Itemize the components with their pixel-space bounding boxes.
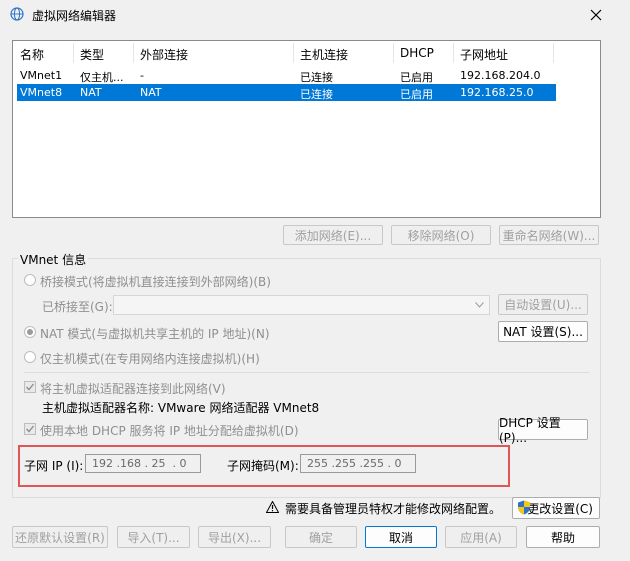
restore-defaults-button[interactable]: 还原默认设置(R) [12, 526, 108, 548]
dhcp-settings-button[interactable]: DHCP 设置(P)... [498, 416, 588, 445]
column-separator[interactable] [553, 43, 554, 63]
change-settings-label: 更改设置(C) [527, 501, 593, 516]
host-only-mode-radio[interactable] [24, 351, 36, 363]
dhcp-checkbox[interactable] [24, 423, 36, 435]
close-icon [590, 9, 602, 21]
column-separator[interactable] [133, 43, 134, 63]
network-list[interactable]: 名称 类型 外部连接 主机连接 DHCP 子网地址 VMnet1 仅主机... … [12, 40, 601, 218]
warning-icon [265, 500, 280, 513]
cell-subnet: 192.168.204.0 [460, 69, 541, 82]
bridged-mode-label: 桥接模式(将虚拟机直接连接到外部网络)(B) [40, 275, 271, 289]
help-button[interactable]: 帮助 [526, 526, 600, 548]
cancel-button[interactable]: 取消 [365, 526, 437, 548]
cell-subnet: 192.168.25.0 [460, 86, 534, 99]
adapter-name-label: 主机虚拟适配器名称: VMware 网络适配器 VMnet8 [42, 401, 320, 415]
column-header-name[interactable]: 名称 [20, 46, 44, 63]
cell-external: - [140, 69, 144, 82]
column-separator[interactable] [393, 43, 394, 63]
ok-button[interactable]: 确定 [285, 526, 357, 548]
close-button[interactable] [582, 2, 610, 28]
auto-settings-button[interactable]: 自动设置(U)... [498, 294, 588, 315]
network-globe-icon [10, 7, 24, 21]
subnet-ip-label: 子网 IP (I): [24, 459, 84, 473]
host-only-mode-label: 仅主机模式(在专用网络内连接虚拟机)(H) [40, 352, 260, 366]
column-separator[interactable] [73, 43, 74, 63]
bridged-to-select[interactable] [113, 295, 490, 315]
cell-name: VMnet1 [20, 69, 63, 82]
cell-host: 已连接 [300, 71, 333, 84]
remove-network-button[interactable]: 移除网络(O) [391, 225, 491, 245]
uac-shield-icon [517, 500, 531, 515]
cell-type: 仅主机... [80, 71, 124, 84]
cell-host: 已连接 [300, 88, 333, 101]
cell-dhcp: 已启用 [400, 88, 433, 101]
checkmark-icon [26, 383, 35, 391]
subnet-mask-label: 子网掩码(M): [227, 459, 299, 473]
column-separator[interactable] [293, 43, 294, 63]
cell-external: NAT [140, 86, 162, 99]
subnet-mask-field[interactable]: 255 .255 .255 . 0 [300, 454, 416, 473]
column-header-host[interactable]: 主机连接 [300, 46, 348, 63]
add-network-button[interactable]: 添加网络(E)... [283, 225, 383, 245]
chevron-down-icon [475, 302, 484, 308]
table-row[interactable]: VMnet1 仅主机... - 已连接 已启用 192.168.204.0 [17, 67, 556, 84]
nat-mode-radio[interactable] [24, 326, 36, 338]
cell-name: VMnet8 [20, 86, 63, 99]
apply-button[interactable]: 应用(A) [445, 526, 517, 548]
connect-adapter-label: 将主机虚拟适配器连接到此网络(V) [40, 382, 226, 396]
list-header: 名称 类型 外部连接 主机连接 DHCP 子网地址 [13, 41, 600, 65]
column-header-type[interactable]: 类型 [80, 46, 104, 63]
cell-type: NAT [80, 86, 102, 99]
nat-mode-label: NAT 模式(与虚拟机共享主机的 IP 地址)(N) [40, 327, 270, 341]
connect-adapter-checkbox[interactable] [24, 381, 36, 393]
divider [24, 372, 589, 373]
bridged-to-label: 已桥接至(G): [42, 300, 113, 314]
table-row-selected[interactable]: VMnet8 NAT NAT 已连接 已启用 192.168.25.0 [17, 84, 556, 101]
vmnet-info-title: VMnet 信息 [18, 251, 89, 268]
column-separator[interactable] [453, 43, 454, 63]
nat-settings-button[interactable]: NAT 设置(S)... [498, 321, 588, 342]
column-header-subnet[interactable]: 子网地址 [460, 46, 508, 63]
column-header-external[interactable]: 外部连接 [140, 46, 188, 63]
export-button[interactable]: 导出(X)... [198, 526, 271, 548]
import-button[interactable]: 导入(T)... [117, 526, 190, 548]
cell-dhcp: 已启用 [400, 71, 433, 84]
window-title: 虚拟网络编辑器 [32, 9, 117, 23]
admin-notice-text: 需要具备管理员特权才能修改网络配置。 [285, 502, 502, 516]
column-header-dhcp[interactable]: DHCP [400, 46, 434, 60]
subnet-ip-field[interactable]: 192 .168 . 25 . 0 [85, 454, 201, 473]
dhcp-label: 使用本地 DHCP 服务将 IP 地址分配给虚拟机(D) [40, 424, 299, 438]
checkmark-icon [26, 425, 35, 433]
bridged-mode-radio[interactable] [24, 274, 36, 286]
rename-network-button[interactable]: 重命名网络(W)... [499, 225, 599, 245]
